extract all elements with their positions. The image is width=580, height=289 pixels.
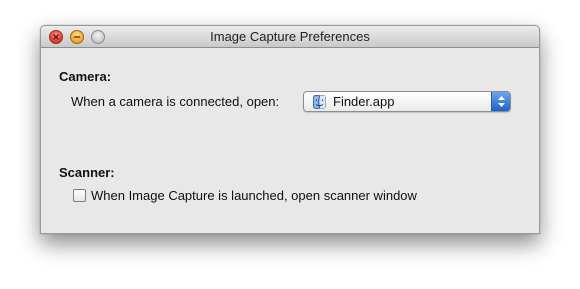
camera-app-popup[interactable]: Finder.app <box>303 91 511 112</box>
camera-app-value: Finder.app <box>333 94 395 109</box>
up-down-arrows-icon <box>498 96 505 107</box>
popup-arrows <box>491 92 510 111</box>
window-title: Image Capture Preferences <box>210 29 370 44</box>
finder-icon <box>313 95 326 109</box>
open-scanner-checkbox[interactable] <box>73 189 86 202</box>
open-scanner-label[interactable]: When Image Capture is launched, open sca… <box>91 188 417 203</box>
camera-section-label: Camera: <box>59 69 112 84</box>
scanner-section-label: Scanner: <box>59 165 115 180</box>
title-bar[interactable]: Image Capture Preferences <box>41 26 539 48</box>
camera-connect-label: When a camera is connected, open: <box>71 94 280 109</box>
preferences-window: Image Capture Preferences Camera: When a… <box>40 25 540 234</box>
